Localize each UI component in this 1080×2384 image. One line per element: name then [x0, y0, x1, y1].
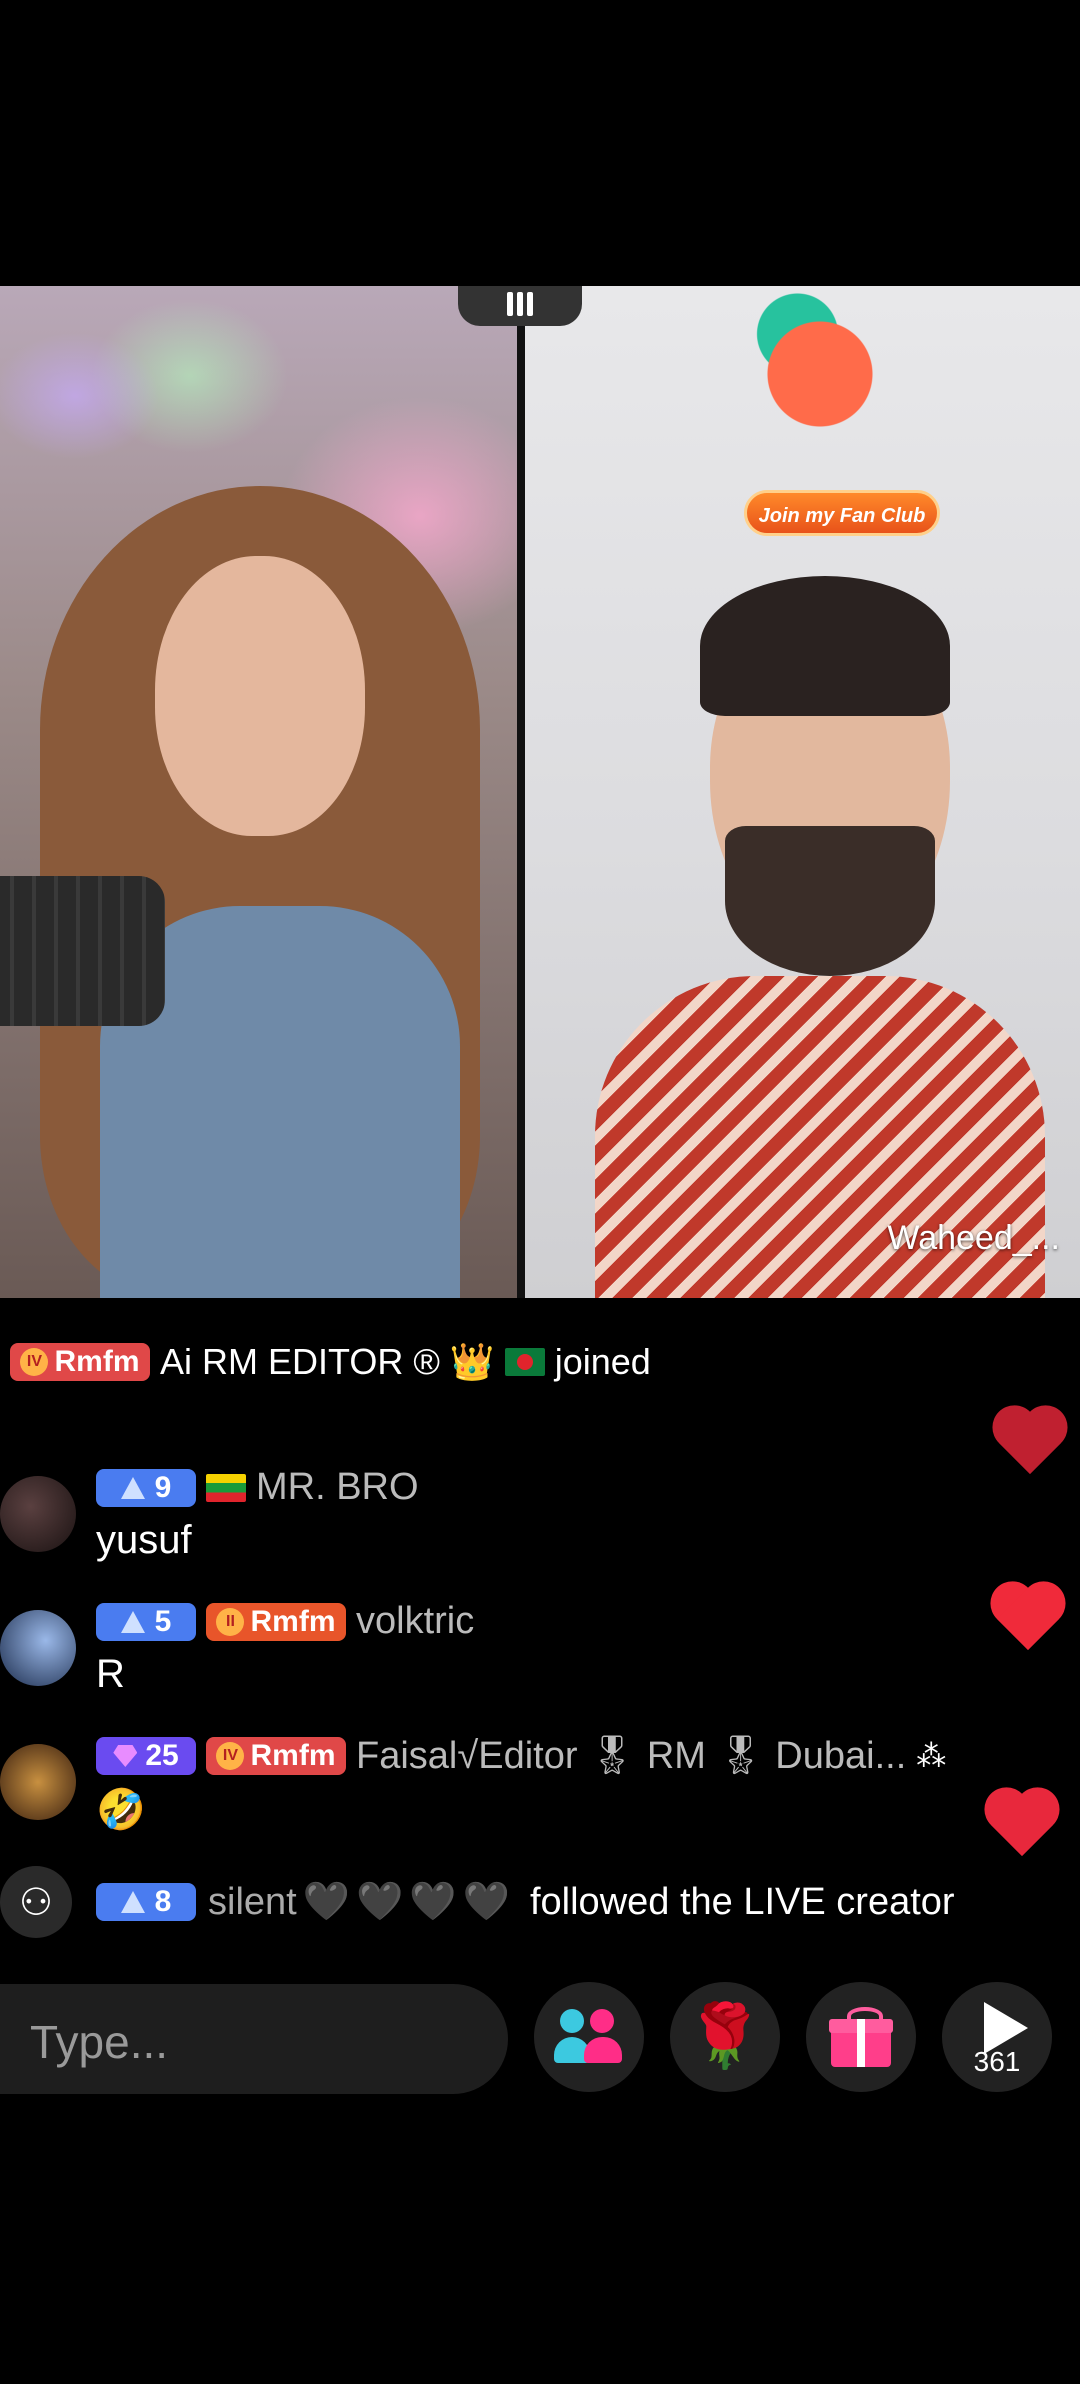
people-icon [554, 2009, 624, 2065]
fan-club-badge: IV Rmfm [10, 1343, 150, 1381]
bangladesh-flag-icon [504, 1348, 545, 1376]
heart-icon [988, 1584, 1068, 1656]
comment-username[interactable]: volktric [356, 1600, 474, 1643]
avatar[interactable] [0, 1744, 76, 1820]
gem-level-badge: 25 [96, 1737, 196, 1775]
comment-text: R [96, 1652, 125, 1696]
video-divider [517, 286, 525, 1298]
right-host-name[interactable]: Waheed_... [887, 1219, 1060, 1258]
level-badge: 9 [96, 1468, 196, 1507]
share-count: 361 [973, 2046, 1021, 2077]
follow-notice: ⚇ 8 silent 🖤🖤🖤🖤 followed the LIVE creato… [0, 1866, 1080, 1938]
heart-icon [990, 1408, 1070, 1480]
rose-gift-button[interactable]: 🌹 [670, 1982, 780, 2092]
comment-input-container[interactable] [0, 1984, 508, 2094]
rose-icon: 🌹 [686, 2002, 764, 2071]
follower-username[interactable]: silent [208, 1881, 297, 1924]
left-host-video[interactable] [0, 286, 517, 1298]
gift-icon [829, 2007, 893, 2067]
joined-username[interactable]: Ai RM EDITOR ® [160, 1341, 440, 1383]
comment-text: yusuf [96, 1518, 192, 1562]
joined-text: joined [554, 1341, 651, 1382]
avatar[interactable] [0, 1476, 76, 1552]
more-options-icon[interactable]: ⁂ [916, 1739, 946, 1774]
comment-username[interactable]: MR. BRO [256, 1466, 419, 1509]
fan-club-badge: II Rmfm [206, 1602, 346, 1641]
heart-icon [982, 1790, 1062, 1862]
crown-emoji: 👑 [449, 1341, 495, 1382]
fan-club-badge: IV Rmfm [206, 1737, 346, 1775]
join-notice: IV Rmfm Ai RM EDITOR ® 👑 joined [10, 1338, 661, 1386]
right-host-video[interactable]: Join my Fan Club Waheed_... [525, 286, 1080, 1298]
comment-input[interactable] [28, 2014, 492, 2070]
avatar[interactable] [0, 1610, 76, 1686]
comment-username[interactable]: Faisal√Editor 🎖 RM 🎖 Dubai... [356, 1734, 906, 1778]
share-button[interactable]: 361 [942, 1982, 1052, 2092]
comment-text: 🤣 [96, 1788, 146, 1832]
black-hearts: 🖤🖤🖤🖤 [302, 1881, 516, 1923]
follow-user-icon: ⚇ [0, 1866, 72, 1938]
fan-club-mascot-icon[interactable] [745, 286, 895, 446]
gift-button[interactable] [806, 1982, 916, 2092]
multi-guest-button[interactable] [534, 1982, 644, 2092]
level-badge: 5 [96, 1602, 196, 1641]
follow-text: followed the LIVE creator [529, 1880, 955, 1923]
live-battle-video[interactable]: Join my Fan Club Waheed_... [0, 286, 1080, 1298]
right-host-figure [595, 576, 1045, 1298]
microphone-image [0, 876, 165, 1026]
myanmar-flag-icon [206, 1473, 246, 1502]
join-fan-club-button[interactable]: Join my Fan Club [744, 490, 940, 536]
battle-handle-icon[interactable] [458, 286, 582, 326]
level-badge: 8 [96, 1883, 196, 1921]
